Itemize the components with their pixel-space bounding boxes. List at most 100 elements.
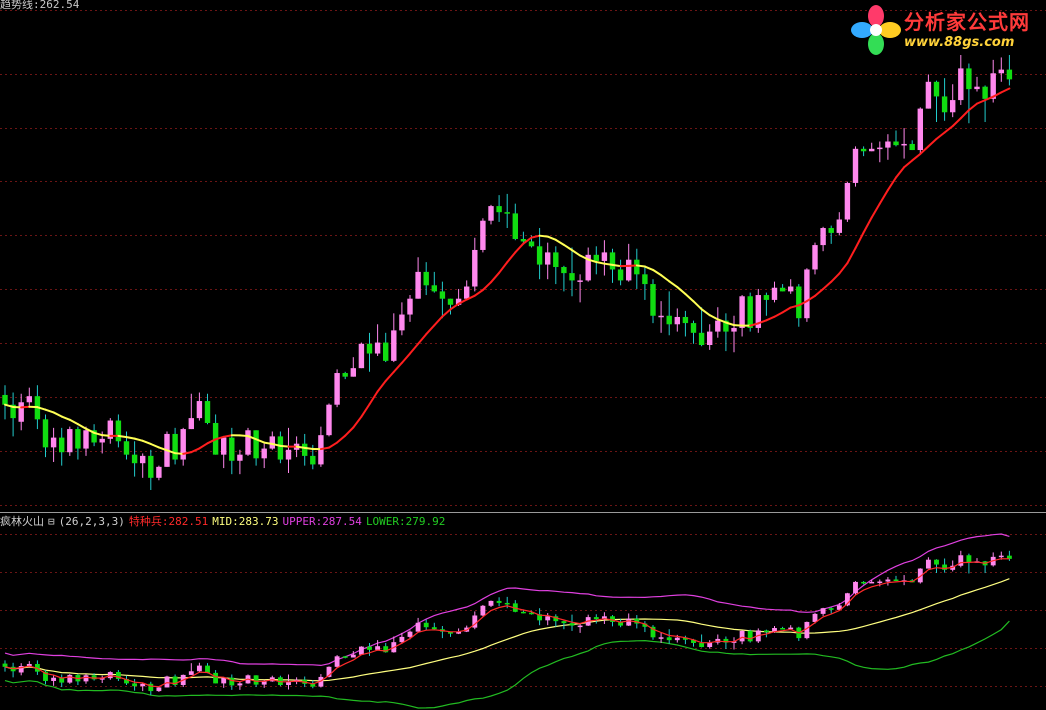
trend-line-segment (328, 441, 339, 449)
indicator-name: 疯林火山 (0, 515, 44, 528)
trend-line-segment (870, 202, 881, 219)
candle-body (925, 81, 932, 109)
candle-body (188, 418, 194, 430)
candle-body (917, 108, 923, 151)
candle-body (59, 437, 65, 453)
candle-body (609, 252, 616, 270)
candle-body (658, 315, 664, 318)
trend-line-segment (376, 379, 387, 393)
candle-body (820, 228, 826, 246)
candle-body (132, 683, 138, 687)
trend-line-segment (198, 442, 209, 450)
trend-line-segment (336, 434, 347, 444)
candle-body (415, 271, 421, 299)
candle-body (674, 316, 680, 325)
candle-body (707, 331, 713, 345)
candle-body (982, 86, 988, 99)
candle-body (358, 343, 365, 369)
trend-line-segment (635, 264, 646, 268)
candle-body (310, 455, 316, 465)
candle-body (156, 466, 162, 478)
trend-line-segment (692, 300, 703, 311)
trend-line-segment (20, 405, 31, 409)
candle-body (367, 646, 372, 650)
trend-line-segment (44, 408, 55, 414)
trend-line-segment (319, 446, 330, 451)
candle-body (488, 600, 494, 606)
candle-body (415, 622, 421, 632)
trend-line-segment (562, 243, 573, 252)
candle-body (67, 429, 73, 453)
trend-line-segment (441, 308, 452, 318)
trend-line-segment (417, 333, 428, 345)
trend-line-segment (611, 263, 622, 268)
trend-line-segment (384, 370, 395, 382)
trend-line-segment (967, 102, 978, 112)
candle-body (885, 579, 891, 582)
trend-line-segment (344, 426, 355, 437)
trend-line-segment (425, 324, 436, 336)
trend-line-segment (101, 434, 112, 437)
candle-body (423, 271, 429, 286)
candle-body (836, 219, 842, 233)
candle-body (342, 656, 348, 658)
candle-body (399, 314, 405, 331)
special-value: 特种兵:282.51 (128, 515, 209, 528)
candle-body (172, 433, 178, 460)
candle-body (941, 96, 948, 113)
candle-body (237, 454, 243, 461)
trend-line-segment (149, 442, 160, 449)
candle-body (229, 677, 235, 686)
candle-body (877, 147, 883, 150)
candle-body (577, 280, 583, 282)
trend-line-segment (951, 117, 962, 128)
candle-body (520, 611, 526, 614)
trend-line-segment (263, 441, 274, 445)
candle-body (561, 621, 567, 624)
candle-body (593, 617, 599, 620)
trend-line-segment (676, 286, 687, 295)
candle-body (26, 396, 32, 403)
candle-body (626, 259, 632, 281)
candle-body (771, 287, 778, 300)
candle-body (601, 252, 608, 261)
candle-body (561, 267, 567, 274)
candle-body (180, 429, 186, 460)
candle-body (682, 316, 689, 324)
candle-body (431, 285, 437, 292)
flower-logo-icon (851, 5, 901, 55)
candle-body (966, 555, 972, 563)
candle-body (358, 646, 364, 655)
candle-body (205, 665, 210, 673)
collapse-icon[interactable]: ⊟ (48, 515, 55, 528)
candle-body (820, 608, 826, 614)
trend-line-segment (668, 280, 679, 289)
candle-body (617, 269, 624, 281)
candle-body (188, 671, 194, 675)
candle-body (464, 286, 470, 299)
candle-body (933, 81, 940, 97)
indicator-panel (2, 533, 1012, 709)
trend-line-segment (708, 314, 719, 321)
candle-body (666, 637, 672, 641)
trend-line-segment (959, 109, 970, 120)
candle-body (374, 342, 381, 354)
trend-line-segment (903, 159, 914, 169)
candle-body (593, 254, 599, 261)
candle-body (261, 448, 267, 459)
candle-body (796, 286, 802, 319)
candle-body (1006, 69, 1013, 80)
logo-url: www.88gs.com (904, 35, 1015, 50)
trend-line-segment (490, 271, 501, 284)
trend-line-segment (773, 311, 784, 318)
candle-body (504, 602, 510, 605)
candle-body (869, 148, 875, 152)
candle-body (431, 627, 437, 630)
trend-line-label: 趋势线:262.54 (0, 0, 80, 11)
candle-body (504, 212, 510, 214)
candle-body (828, 228, 834, 233)
candlestick-chart (0, 10, 1046, 709)
candle-body (253, 675, 259, 685)
trend-line-segment (822, 280, 833, 290)
candle-body (528, 241, 535, 247)
